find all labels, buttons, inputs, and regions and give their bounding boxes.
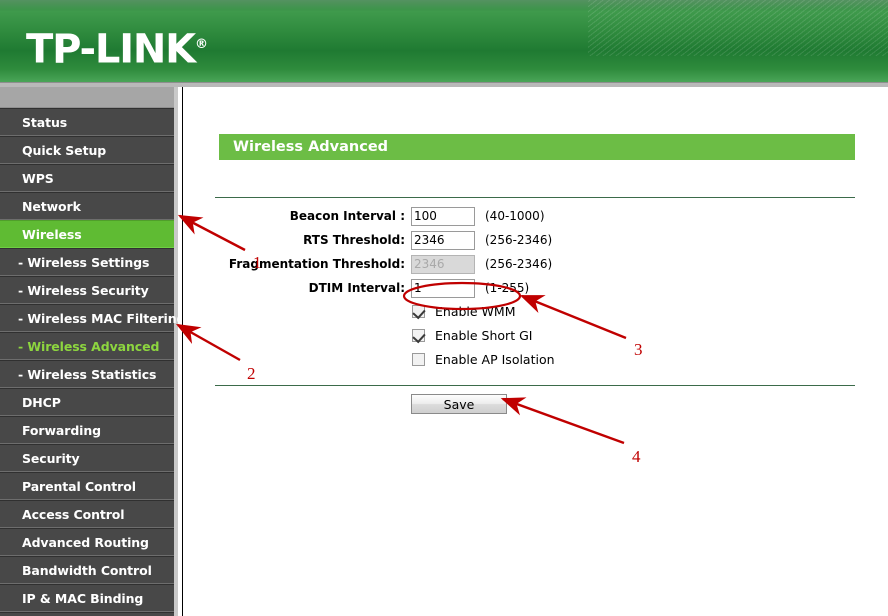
rts-threshold-label: RTS Threshold: [303,233,405,247]
enable-wmm-checkbox[interactable] [412,305,425,318]
sidebar-item-wireless[interactable]: Wireless [0,220,174,248]
dtim-interval-input[interactable]: 1 [411,279,475,298]
wireless-advanced-form: Beacon Interval : 100 (40-1000) RTS Thresho… [183,205,888,373]
dtim-interval-range-hint: (1-255) [485,281,530,295]
sidebar-item-status[interactable]: Status [0,108,174,136]
save-button[interactable]: Save [411,394,507,414]
sidebar-item-bandwidth-control[interactable]: Bandwidth Control [0,556,174,584]
beacon-interval-label: Beacon Interval : [289,209,405,223]
sidebar-item-wireless-statistics[interactable]: - Wireless Statistics [0,360,174,388]
sidebar-item-wireless-settings[interactable]: - Wireless Settings [0,248,174,276]
registered-trademark-icon: ® [194,37,208,52]
sidebar-item-ip-mac-binding[interactable]: IP & MAC Binding [0,584,174,612]
sidebar-item-wireless-advanced[interactable]: - Wireless Advanced [0,332,174,360]
enable-ap-isolation-label[interactable]: Enable AP Isolation [435,349,555,371]
sidebar-item-forwarding[interactable]: Forwarding [0,416,174,444]
sidebar-item-security[interactable]: Security [0,444,174,472]
checkbox-row: Enable WMM [183,301,888,325]
checkbox-row: Enable AP Isolation [183,349,888,373]
fragmentation-threshold-label: Fragmentation Threshold: [228,257,405,271]
fragmentation-threshold-range-hint: (256-2346) [485,257,553,271]
sidebar-item-wps[interactable]: WPS [0,164,174,192]
header-hatch-pattern [588,0,888,56]
beacon-interval-range-hint: (40-1000) [485,209,545,223]
form-row: Beacon Interval : 100 (40-1000) [183,205,888,229]
sidebar-nav: Status Quick Setup WPS Network Wireless - Wir… [0,87,185,616]
router-admin-page: TP-LINK® Status Quick Setup WPS Network Wire… [0,0,888,616]
section-divider-top [215,197,855,198]
annotation-number-1: 1 [253,253,262,272]
form-row: DTIM Interval: 1 (1-255) [183,277,888,301]
checkbox-row: Enable Short GI [183,325,888,349]
dtim-interval-label: DTIM Interval: [308,281,405,295]
form-row: RTS Threshold: 2346 (256-2346) [183,229,888,253]
sidebar-item-parental-control[interactable]: Parental Control [0,472,174,500]
annotation-number-3: 3 [634,340,643,359]
sidebar-item-access-control[interactable]: Access Control [0,500,174,528]
logo-text: TP-LINK [26,26,196,73]
form-row: Fragmentation Threshold: 2346 (256-2346) [183,253,888,277]
sidebar-item-network[interactable]: Network [0,192,174,220]
section-divider-bottom [215,385,855,386]
annotation-number-4: 4 [632,447,641,466]
site-header: TP-LINK® [0,0,888,82]
sidebar-item-wireless-mac-filtering[interactable]: - Wireless MAC Filtering [0,304,185,332]
main-content: Wireless Advanced Beacon Interval : 100 (4… [182,87,888,616]
sidebar-item-wireless-security[interactable]: - Wireless Security [0,276,174,304]
tp-link-logo: TP-LINK® [26,24,208,70]
enable-ap-isolation-checkbox[interactable] [412,353,425,366]
rts-threshold-range-hint: (256-2346) [485,233,553,247]
fragmentation-threshold-input: 2346 [411,255,475,274]
sidebar-top-band [0,87,174,108]
page-title: Wireless Advanced [219,134,855,160]
enable-short-gi-checkbox[interactable] [412,329,425,342]
annotation-number-2: 2 [247,364,256,383]
sidebar-menu-list: Status Quick Setup WPS Network Wireless - Wir… [0,108,185,616]
beacon-interval-input[interactable]: 100 [411,207,475,226]
sidebar-item-advanced-routing[interactable]: Advanced Routing [0,528,174,556]
enable-short-gi-label[interactable]: Enable Short GI [435,325,532,347]
sidebar-item-dynamic-dns[interactable]: Dynamic DNS [0,612,174,616]
sidebar-item-quick-setup[interactable]: Quick Setup [0,136,174,164]
rts-threshold-input[interactable]: 2346 [411,231,475,250]
enable-wmm-label[interactable]: Enable WMM [435,301,515,323]
sidebar-item-dhcp[interactable]: DHCP [0,388,174,416]
